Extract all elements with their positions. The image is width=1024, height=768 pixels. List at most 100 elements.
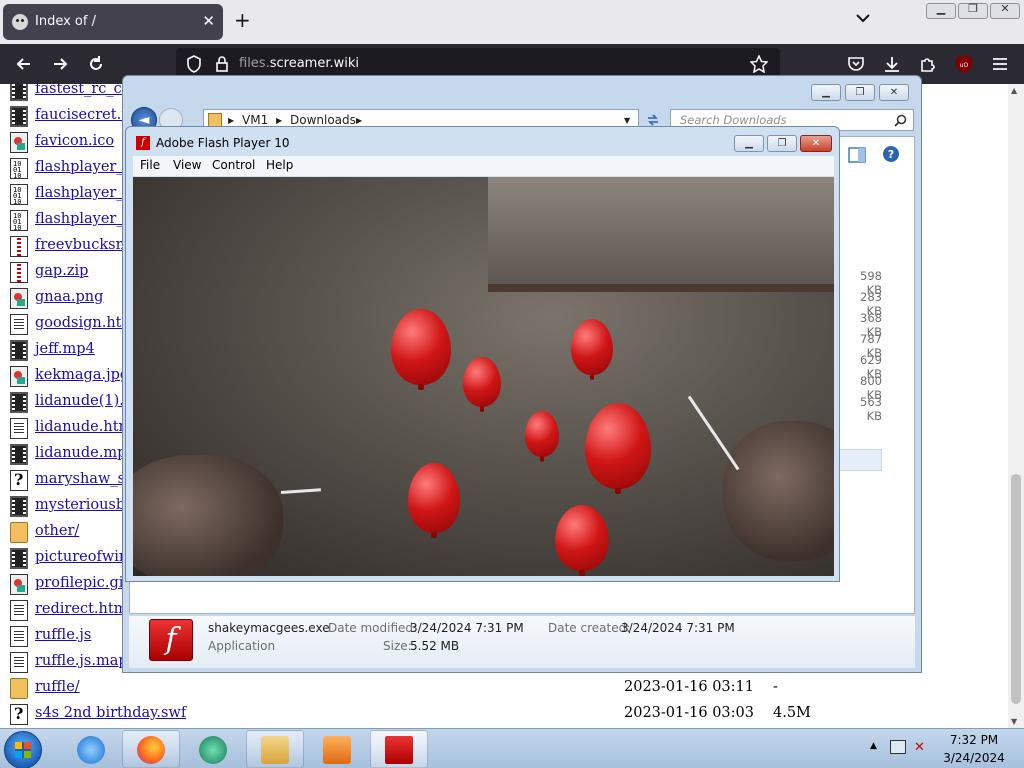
taskbar-flash-player[interactable]: [370, 730, 428, 768]
file-link[interactable]: flashplayer_9: [35, 159, 133, 175]
shield-icon[interactable]: [186, 55, 202, 73]
flash-minimize-button[interactable]: ▁: [734, 135, 764, 152]
scroll-down-arrow-icon[interactable]: ▼: [1011, 717, 1017, 726]
file-link[interactable]: s4s 2nd birthday.swf: [35, 705, 186, 721]
details-created-value: 3/24/2024 7:31 PM: [621, 621, 735, 635]
taskbar-internet-explorer[interactable]: [62, 730, 120, 768]
bookmark-star-icon[interactable]: [750, 55, 768, 73]
file-date: 2023-01-16 03:11: [624, 679, 754, 695]
binary-file-icon: [10, 158, 28, 179]
red-balloon: [391, 309, 451, 390]
file-link[interactable]: flashplayer_s: [35, 211, 131, 227]
file-link[interactable]: goodsign.htm: [35, 315, 135, 331]
svg-text:?: ?: [888, 148, 894, 161]
file-link[interactable]: redirect.html: [35, 601, 132, 617]
left-hand: [133, 455, 283, 576]
flash-close-button[interactable]: ✕: [800, 135, 832, 152]
explorer-minimize-button[interactable]: ▁: [811, 84, 841, 101]
menu-file[interactable]: File: [140, 158, 160, 172]
file-link[interactable]: kekmaga.jpg: [35, 367, 129, 383]
scroll-up-arrow-icon[interactable]: ▲: [1011, 86, 1017, 95]
window-close-button[interactable]: [990, 2, 1020, 19]
lock-icon[interactable]: [214, 55, 230, 73]
taskbar-media-player[interactable]: [308, 730, 366, 768]
flash-player-icon: [385, 736, 413, 764]
file-link[interactable]: gnaa.png: [35, 289, 103, 305]
back-arrow-icon[interactable]: [14, 54, 34, 74]
forward-arrow-icon[interactable]: [50, 54, 70, 74]
file-link[interactable]: profilepic.gif: [35, 575, 129, 591]
hamburger-menu-icon[interactable]: [990, 54, 1010, 74]
flash-window-title: Adobe Flash Player 10: [156, 136, 290, 150]
file-link[interactable]: ruffle.js.map: [35, 653, 128, 669]
breadcrumb-downloads[interactable]: Downloads: [290, 113, 356, 127]
page-scrollbar[interactable]: ▲ ▼: [1008, 84, 1024, 728]
text-file-icon: [10, 418, 28, 439]
file-link[interactable]: gap.zip: [35, 263, 88, 279]
film-file-icon: [10, 106, 28, 127]
image-file-icon: [10, 288, 28, 309]
taskbar-app[interactable]: [184, 730, 242, 768]
red-balloon: [571, 319, 613, 380]
menu-help[interactable]: Help: [266, 158, 293, 172]
file-link[interactable]: ruffle/: [35, 679, 80, 695]
pocket-icon[interactable]: [846, 54, 866, 74]
address-dropdown-icon[interactable]: ▼: [624, 116, 630, 125]
start-button[interactable]: [4, 731, 42, 768]
flash-maximize-button[interactable]: ❐: [767, 135, 797, 152]
breadcrumb-vm1[interactable]: VM1: [242, 113, 268, 127]
zip-file-icon: [10, 236, 28, 257]
search-icon[interactable]: [894, 114, 907, 127]
url-text[interactable]: files.screamer.wiki: [239, 56, 359, 71]
binary-file-icon: [10, 210, 28, 231]
explorer-details-pane: f shakeymacgees.exe Application Date mod…: [129, 616, 915, 668]
file-link[interactable]: freevbucksno: [35, 237, 134, 253]
film-file-icon: [10, 392, 28, 413]
volume-muted-icon[interactable]: ✕: [914, 740, 925, 755]
reload-icon[interactable]: [86, 54, 106, 74]
help-icon[interactable]: ?: [882, 145, 900, 163]
browser-tab[interactable]: Index of / ✕: [3, 4, 223, 40]
window-restore-button[interactable]: [958, 2, 988, 19]
window-minimize-button[interactable]: [926, 2, 956, 19]
flash-player-icon: f: [136, 136, 150, 150]
app-icon: [199, 736, 227, 764]
ublock-origin-icon[interactable]: uO: [954, 54, 974, 74]
film-file-icon: [10, 444, 28, 465]
background-window-scene: [488, 177, 834, 292]
selected-row-highlight: [838, 449, 882, 471]
file-link[interactable]: faucisecret.m: [35, 107, 135, 123]
file-link[interactable]: other/: [35, 523, 79, 539]
extensions-puzzle-icon[interactable]: [918, 54, 938, 74]
firefox-icon: [137, 736, 165, 764]
file-link[interactable]: lidanude.mp4: [35, 445, 136, 461]
taskbar-explorer[interactable]: [246, 730, 304, 768]
downloads-icon[interactable]: [882, 54, 902, 74]
taskbar-firefox[interactable]: [122, 730, 180, 768]
flash-content-stage[interactable]: [133, 177, 834, 576]
explorer-close-button[interactable]: ✕: [879, 84, 909, 101]
file-link[interactable]: ruffle.js: [35, 627, 91, 643]
scrollbar-thumb[interactable]: [1011, 474, 1021, 704]
network-icon[interactable]: [890, 740, 906, 754]
right-pin: [687, 395, 740, 471]
file-link[interactable]: favicon.ico: [35, 133, 114, 149]
list-all-tabs-icon[interactable]: [856, 13, 870, 23]
red-balloon: [555, 505, 609, 576]
text-file-icon: [10, 314, 28, 335]
clock-date[interactable]: 3/24/2024: [934, 751, 1014, 765]
preview-pane-icon[interactable]: [848, 147, 866, 163]
file-size: 4.5M: [773, 705, 811, 721]
file-link[interactable]: pictureofwint: [35, 549, 134, 565]
explorer-restore-button[interactable]: ❐: [845, 84, 875, 101]
file-link[interactable]: jeff.mp4: [35, 341, 95, 357]
menu-view[interactable]: View: [173, 158, 201, 172]
file-link[interactable]: maryshaw_sa: [35, 471, 134, 487]
new-tab-button[interactable]: +: [234, 10, 251, 30]
red-balloon: [585, 403, 651, 494]
tab-close-icon[interactable]: ✕: [202, 12, 215, 30]
show-hidden-icons-icon[interactable]: ▲: [870, 741, 877, 751]
clock-time[interactable]: 7:32 PM: [934, 733, 1014, 747]
menu-control[interactable]: Control: [212, 158, 255, 172]
file-link[interactable]: flashplayer_1: [35, 185, 133, 201]
